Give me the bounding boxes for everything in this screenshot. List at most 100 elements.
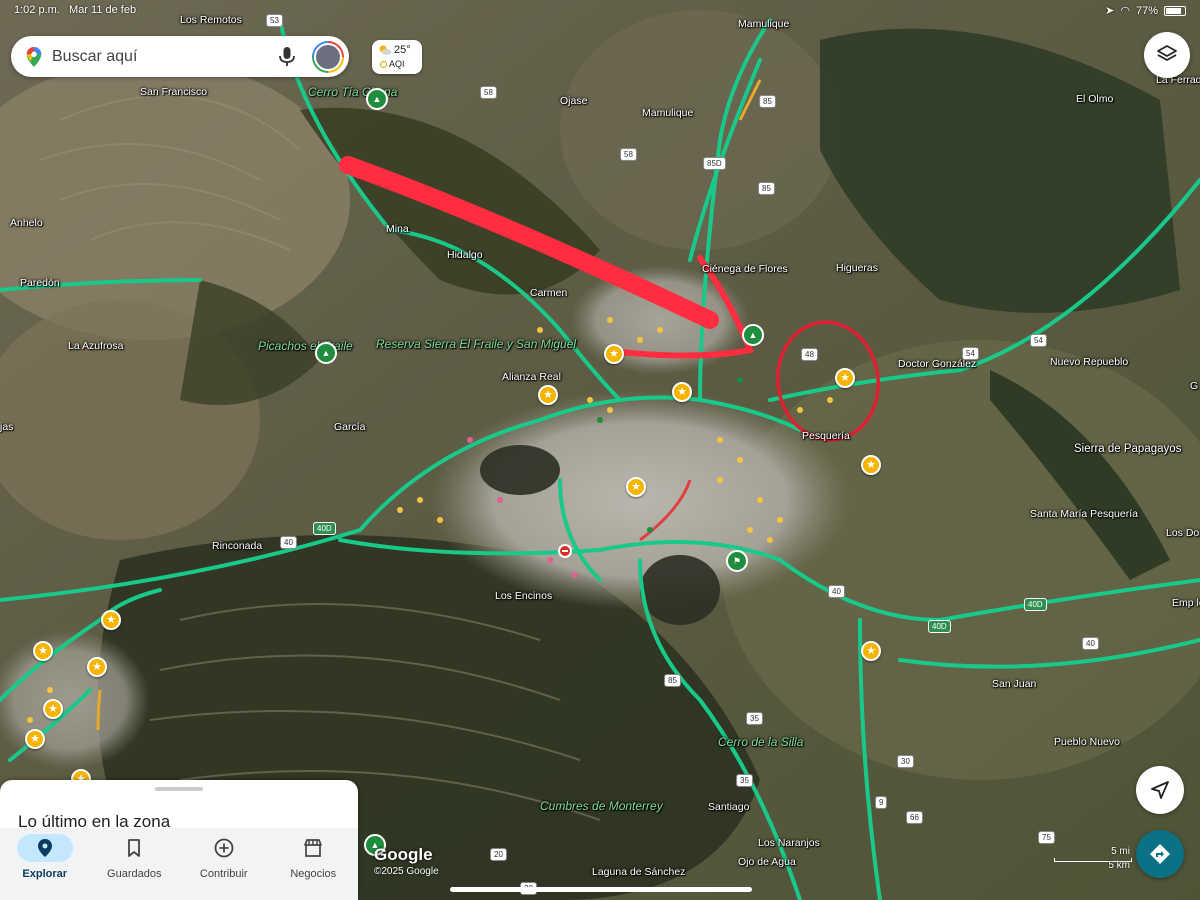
status-time: 1:02 p.m. (14, 4, 60, 16)
road-shield: 85 (759, 95, 776, 108)
road-shield: 40 (280, 536, 297, 549)
directions-icon (1150, 844, 1170, 864)
place-label[interactable]: Santiago (708, 801, 749, 813)
weather-temp: 25° (394, 44, 411, 56)
nav-tab-guardados[interactable]: Guardados (90, 828, 180, 900)
satellite-map[interactable]: Los Remotos Mamulique San Francisco Cerr… (0, 0, 1200, 900)
nav-tab-contribuir[interactable]: Contribuir (179, 828, 269, 900)
place-label[interactable]: Laguna de Sánchez (592, 866, 685, 878)
place-label[interactable]: Higueras (836, 262, 878, 274)
nav-tab-negocios[interactable]: Negocios (269, 828, 359, 900)
star-poi-icon[interactable]: ★ (538, 385, 558, 405)
star-poi-icon[interactable]: ★ (25, 729, 45, 749)
place-label[interactable]: Santa María Pesquería (1030, 508, 1138, 520)
road-shield: 20 (490, 848, 507, 861)
sheet-drag-handle[interactable] (155, 787, 203, 791)
place-label[interactable]: La Azufrosa (68, 340, 123, 352)
road-shield: 35 (736, 774, 753, 787)
mountain-poi-icon[interactable]: ▲ (366, 88, 388, 110)
status-bar: 1:02 p.m. Mar 11 de feb ➤ ◠ 77% (0, 0, 1200, 22)
directions-button[interactable] (1136, 830, 1184, 878)
star-poi-icon[interactable]: ★ (626, 477, 646, 497)
place-label[interactable]: García (334, 421, 366, 433)
google-maps-pin-icon (26, 46, 42, 67)
map-scale: 5 mi 5 km (1054, 846, 1132, 872)
road-closed-icon[interactable] (558, 544, 572, 558)
star-poi-icon[interactable]: ★ (861, 455, 881, 475)
place-label[interactable]: Doctor González (898, 358, 976, 370)
home-indicator[interactable] (450, 887, 752, 892)
place-label[interactable]: Carmen (530, 287, 567, 299)
place-label[interactable]: Ciénega de Flores (702, 263, 788, 275)
road-shield: 58 (480, 86, 497, 99)
mountain-poi-icon[interactable]: ▲ (315, 342, 337, 364)
nav-label: Guardados (107, 868, 162, 880)
place-label-landmark[interactable]: Cerro Tía Chena (308, 86, 397, 99)
star-poi-icon[interactable]: ★ (861, 641, 881, 661)
layers-button[interactable] (1144, 32, 1190, 78)
google-logo: Google (374, 845, 433, 864)
star-poi-icon[interactable]: ★ (835, 368, 855, 388)
aqi-indicator: AQI (380, 59, 405, 69)
scale-mi: 5 mi (1111, 846, 1130, 857)
place-label[interactable]: Ojo de Agua (738, 856, 796, 868)
partly-cloudy-icon (379, 45, 392, 55)
place-label-landmark[interactable]: Cumbres de Monterrey (540, 800, 663, 812)
place-label-mountain[interactable]: Sierra de Papagayos (1074, 443, 1181, 455)
star-poi-icon[interactable]: ★ (672, 382, 692, 402)
battery-icon (1164, 5, 1186, 16)
road-shield: 40D (313, 522, 336, 535)
place-label[interactable]: Mamulique (642, 107, 693, 119)
place-label[interactable]: jas (0, 421, 13, 433)
place-label[interactable]: Alianza Real (502, 371, 561, 383)
search-bar[interactable]: Buscar aquí (11, 36, 349, 77)
place-label-landmark[interactable]: Picachos el Fraile (258, 340, 353, 353)
weather-chip[interactable]: 25° AQI (372, 40, 422, 74)
road-shield: 35 (746, 712, 763, 725)
star-poi-icon[interactable]: ★ (101, 610, 121, 630)
place-label[interactable]: Ojase (560, 95, 587, 107)
nav-tab-explorar[interactable]: Explorar (0, 828, 90, 900)
place-label[interactable]: Mina (386, 223, 409, 235)
place-label[interactable]: Paredón (20, 277, 60, 289)
place-label[interactable]: Anhelo (10, 217, 43, 229)
star-poi-icon[interactable]: ★ (33, 641, 53, 661)
place-label[interactable]: Los Encinos (495, 590, 552, 602)
place-label[interactable]: Emp los Ram (1172, 597, 1200, 609)
place-label[interactable]: San Juan (992, 678, 1036, 690)
account-avatar[interactable] (312, 40, 344, 73)
navigation-arrow-icon (1151, 781, 1169, 799)
place-label[interactable]: Hidalgo (447, 249, 483, 261)
place-label-landmark[interactable]: Cerro de la Silla (718, 736, 803, 749)
bookmark-icon (106, 834, 162, 862)
place-label[interactable]: G (1190, 380, 1198, 392)
road-shield: 54 (962, 347, 979, 360)
map-terrain (0, 0, 1200, 900)
park-poi-icon[interactable]: ▲ (742, 324, 764, 346)
wifi-icon: ◠ (1120, 5, 1130, 17)
place-label[interactable]: El Olmo (1076, 93, 1113, 105)
nav-label: Negocios (290, 868, 337, 880)
road-shield: 30 (897, 755, 914, 768)
star-poi-icon[interactable]: ★ (43, 699, 63, 719)
road-shield: 54 (1030, 334, 1047, 347)
place-label[interactable]: Rinconada (212, 540, 262, 552)
star-poi-icon[interactable]: ★ (604, 344, 624, 364)
place-label-reserve[interactable]: Reserva Sierra El Fraile y San Miguel (376, 338, 576, 351)
flag-poi-icon[interactable]: ⚑ (726, 550, 748, 572)
battery-percent: 77% (1135, 4, 1158, 17)
place-label[interactable]: San Francisco (140, 86, 207, 98)
my-location-button[interactable] (1136, 766, 1184, 814)
place-label[interactable]: Los Naranjos (758, 837, 820, 849)
road-shield: 9 (875, 796, 888, 809)
star-poi-icon[interactable]: ★ (87, 657, 107, 677)
microphone-icon[interactable] (278, 46, 296, 68)
search-input[interactable]: Buscar aquí (52, 48, 278, 66)
place-label[interactable]: Pesquería (802, 430, 850, 442)
place-label[interactable]: Pueblo Nuevo (1054, 736, 1120, 748)
place-label[interactable]: Los Dos (1166, 527, 1200, 539)
road-shield: 85 (664, 674, 681, 687)
place-label[interactable]: Nuevo Repueblo (1050, 356, 1128, 368)
road-shield: 85D (703, 157, 726, 170)
location-pin-icon (16, 834, 73, 862)
